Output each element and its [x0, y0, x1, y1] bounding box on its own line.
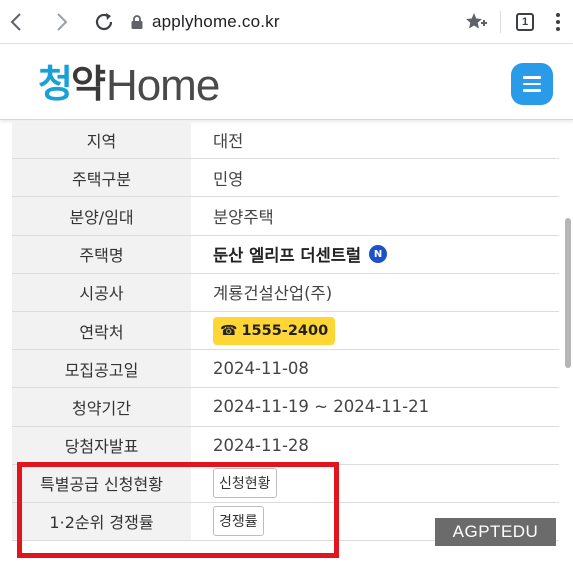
table-row: 주택구분 민영 — [12, 159, 559, 198]
table-row: 분양/임대 분양주택 — [12, 197, 559, 236]
table-row: 지역 대전 — [12, 121, 559, 160]
new-badge: N — [369, 245, 388, 264]
hamburger-icon — [523, 76, 541, 79]
watermark: AGPTEDU — [435, 518, 556, 546]
table-row: 모집공고일 2024-11-08 — [12, 350, 559, 389]
row-label: 주택명 — [12, 235, 191, 273]
row-value: 2024-11-28 — [213, 435, 309, 455]
more-vertical-icon[interactable] — [543, 4, 573, 40]
row-value: 민영 — [213, 169, 244, 189]
housing-name: 둔산 엘리프 더센트럴 — [213, 246, 362, 266]
row-label: 연락처 — [12, 311, 191, 350]
table-row: 당첨자발표 2024-11-28 — [12, 426, 559, 465]
phone-number: 1555-2400 — [241, 322, 329, 339]
tabs-icon: 1 — [516, 13, 534, 31]
table-row: 청약기간 2024-11-19 ~ 2024-11-21 — [12, 388, 559, 427]
table-row: 주택명 둔산 엘리프 더센트럴 N — [12, 235, 559, 274]
row-label: 청약기간 — [12, 388, 191, 426]
site-logo[interactable]: 청약 Home — [38, 58, 220, 110]
logo-korean-text: 청약 — [38, 53, 106, 108]
phone-icon: ☎ — [220, 322, 238, 339]
table-row: 연락처 ☎ 1555-2400 — [12, 311, 559, 351]
lock-icon — [131, 14, 143, 29]
logo-rest-glyph: 약 — [70, 62, 106, 106]
url-text: applyhome.co.kr — [152, 11, 280, 31]
row-value: 2024-11-19 ~ 2024-11-21 — [213, 397, 430, 417]
row-value: 분양주택 — [213, 207, 274, 227]
row-value-cell: ☎ 1555-2400 — [191, 312, 559, 349]
back-arrow-icon[interactable] — [0, 6, 32, 38]
logo-english-text: Home — [105, 61, 220, 110]
tabs-button[interactable]: 1 — [507, 4, 543, 40]
row-value: 대전 — [213, 131, 244, 151]
row-label: 지역 — [12, 121, 191, 159]
highlight-box — [17, 462, 339, 558]
menu-button[interactable] — [511, 63, 553, 105]
row-value: 2024-11-08 — [213, 359, 309, 379]
scrollbar[interactable] — [565, 218, 571, 368]
phone-call-button[interactable]: ☎ 1555-2400 — [213, 316, 336, 345]
row-label: 주택구분 — [12, 159, 191, 197]
site-header: 청약 Home — [0, 44, 573, 120]
logo-accent-glyph: 청 — [38, 62, 73, 106]
row-label: 당첨자발표 — [12, 426, 191, 464]
toolbar-divider — [500, 11, 501, 33]
row-label: 시공사 — [12, 273, 191, 311]
browser-toolbar: applyhome.co.kr 1 — [0, 0, 573, 44]
row-label: 분양/임대 — [12, 197, 191, 235]
row-value: 계룡건설산업(주) — [213, 284, 333, 304]
star-add-icon[interactable] — [458, 4, 494, 40]
reload-icon[interactable] — [88, 6, 120, 38]
table-row: 시공사 계룡건설산업(주) — [12, 273, 559, 312]
row-value-cell: 둔산 엘리프 더센트럴 N — [191, 236, 559, 273]
row-label: 모집공고일 — [12, 350, 191, 388]
forward-arrow-icon[interactable] — [46, 6, 78, 38]
address-bar[interactable]: applyhome.co.kr — [130, 7, 280, 37]
